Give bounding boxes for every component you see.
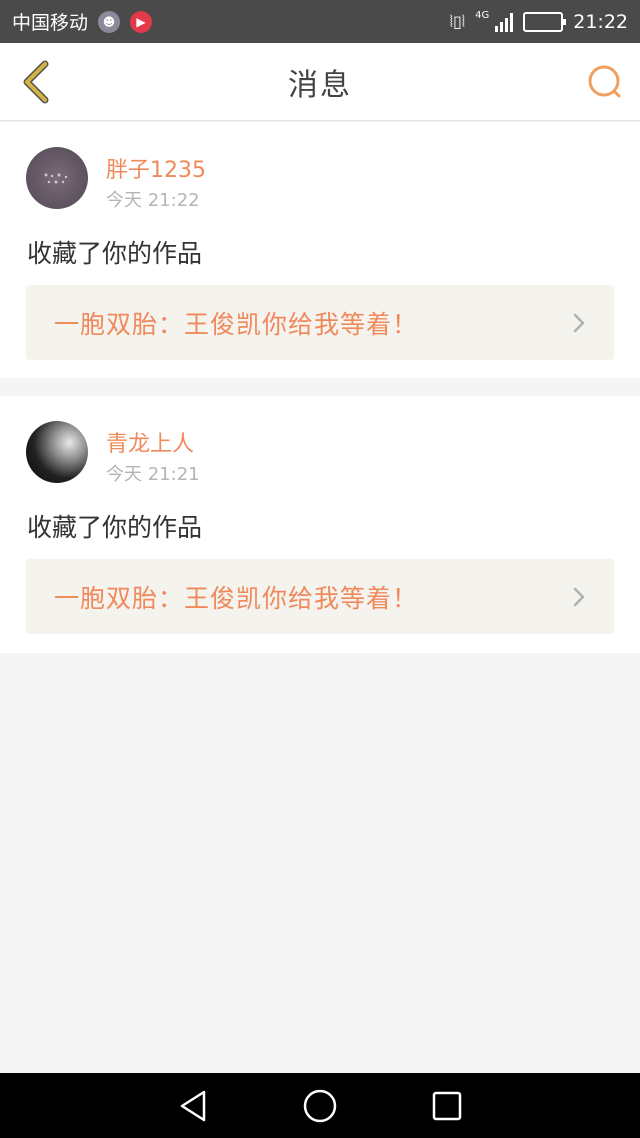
chevron-right-icon	[573, 313, 585, 333]
chevron-left-icon	[23, 60, 49, 104]
back-button[interactable]	[14, 59, 58, 105]
music-app-icon: ▶	[130, 10, 153, 33]
status-bar: 中国移动 ☻ ▶ ⦚▯⦚ 4G 21:22	[0, 0, 640, 43]
user-name[interactable]: 青龙上人	[106, 426, 194, 458]
action-text: 收藏了你的作品	[27, 239, 203, 268]
user-name[interactable]: 胖子1235	[106, 152, 206, 184]
recents-square-icon	[432, 1091, 461, 1120]
message-time: 今天 21:22	[106, 190, 200, 211]
signal-icon	[495, 12, 514, 32]
network-type: 4G	[475, 9, 490, 21]
avatar[interactable]	[26, 421, 88, 483]
home-circle-icon	[303, 1089, 337, 1122]
status-left: 中国移动 ☻ ▶	[12, 8, 153, 35]
search-button[interactable]	[584, 61, 626, 103]
carrier-label: 中国移动	[12, 12, 89, 34]
status-time: 21:22	[573, 10, 628, 33]
chevron-right-icon	[573, 587, 585, 607]
message-card: 胖子1235 今天 21:22 收藏了你的作品 一胞双胎：王俊凯你给我等着！	[0, 122, 640, 378]
search-icon	[588, 65, 621, 98]
vibrate-icon: ⦚▯⦚	[449, 11, 466, 31]
battery-icon	[523, 11, 567, 32]
avatar[interactable]	[26, 147, 88, 209]
message-time: 今天 21:21	[106, 464, 200, 485]
nav-back-button[interactable]	[173, 1086, 213, 1126]
nav-recents-button[interactable]	[427, 1086, 467, 1126]
app-notification-icon: ☻	[98, 10, 121, 33]
status-right: ⦚▯⦚ 4G 21:22	[449, 9, 628, 33]
work-link[interactable]: 一胞双胎：王俊凯你给我等着！	[26, 285, 614, 360]
system-nav-bar	[0, 1073, 640, 1138]
action-text: 收藏了你的作品	[27, 513, 203, 542]
page-title: 消息	[288, 67, 352, 103]
avatar-pattern	[44, 173, 68, 184]
work-title: 一胞双胎：王俊凯你给我等着！	[54, 309, 419, 339]
nav-home-button[interactable]	[300, 1086, 340, 1126]
header: 消息	[0, 43, 640, 121]
back-triangle-icon	[181, 1090, 206, 1121]
work-link[interactable]: 一胞双胎：王俊凯你给我等着！	[26, 559, 614, 634]
work-title: 一胞双胎：王俊凯你给我等着！	[54, 583, 419, 613]
message-card: 青龙上人 今天 21:21 收藏了你的作品 一胞双胎：王俊凯你给我等着！	[0, 396, 640, 653]
